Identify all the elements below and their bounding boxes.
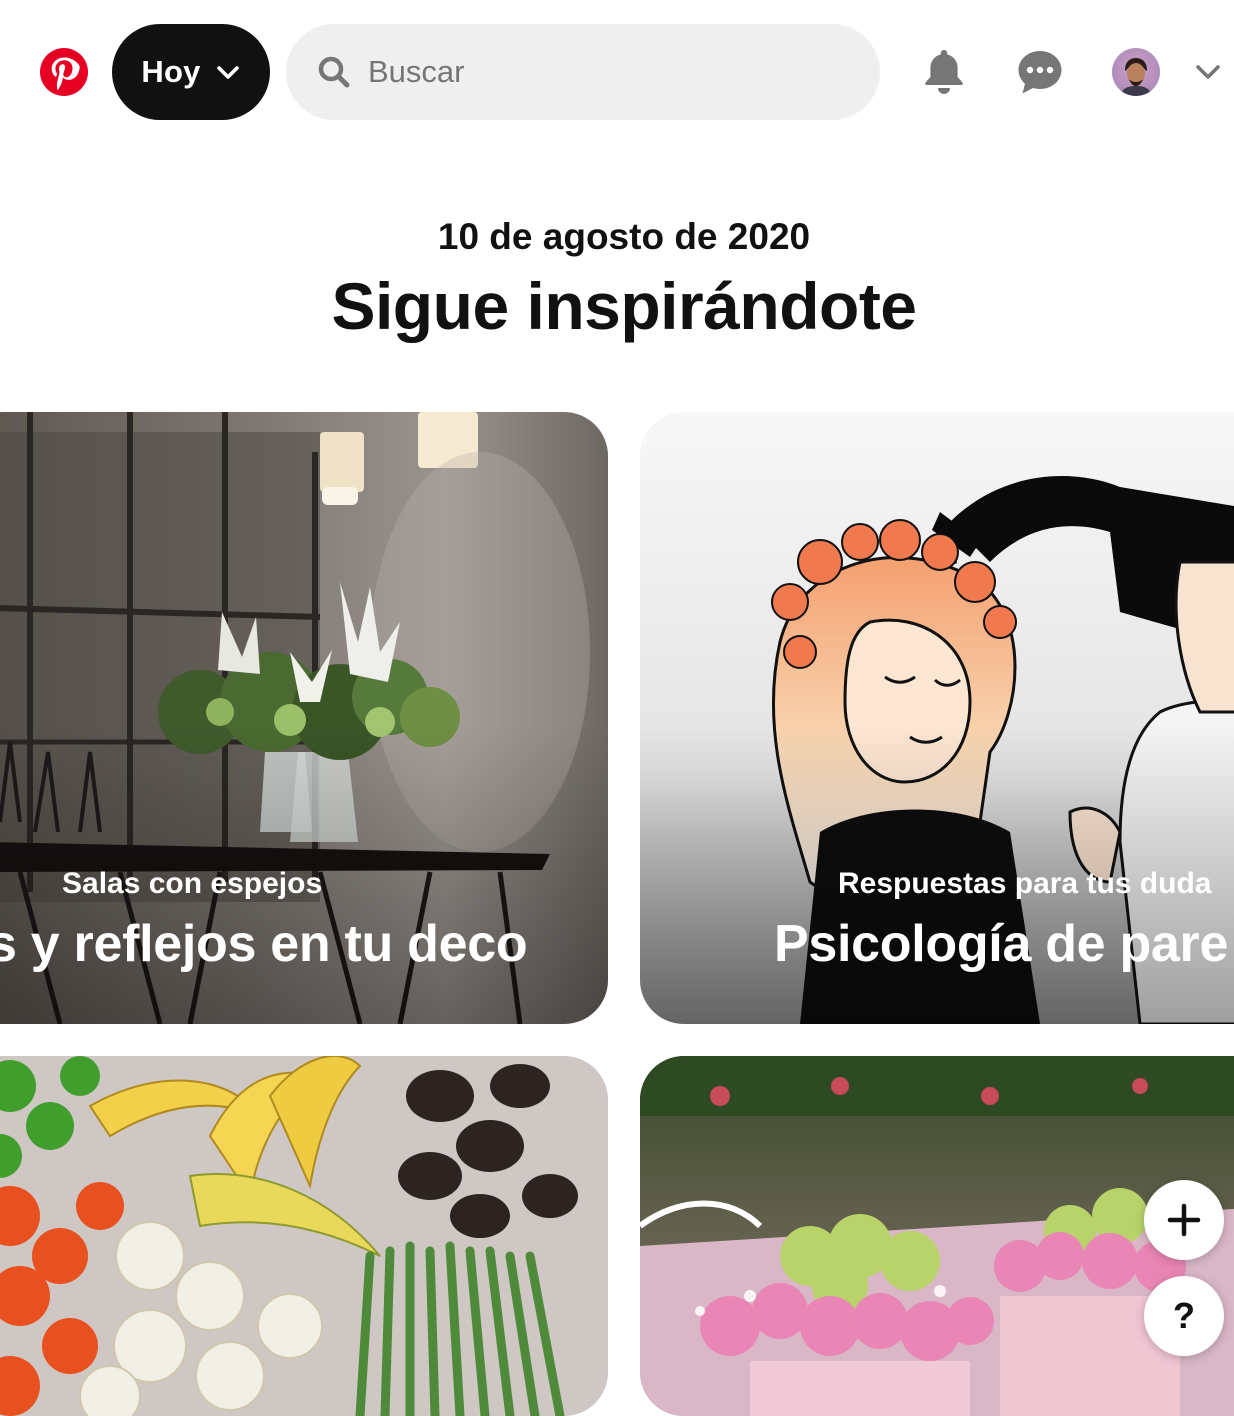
messages-button[interactable] xyxy=(1012,44,1068,100)
account-menu-chevron-down-icon[interactable] xyxy=(1192,56,1224,88)
create-button[interactable] xyxy=(1144,1180,1224,1260)
story-card-produce[interactable] xyxy=(0,1056,608,1416)
story-card-mirrors[interactable]: Salas con espejos s y reflejos en tu dec… xyxy=(0,412,608,1024)
card-title: s y reflejos en tu deco xyxy=(0,915,528,973)
search-input[interactable] xyxy=(366,42,846,102)
page-title: Sigue inspirándote xyxy=(331,269,917,343)
avatar[interactable] xyxy=(1112,48,1160,96)
chevron-down-icon xyxy=(216,66,239,79)
search-bar[interactable] xyxy=(286,24,880,120)
card-subtitle: Respuestas para tus duda xyxy=(838,867,1212,900)
plus-icon xyxy=(1167,1203,1201,1237)
card-title: Psicología de pare xyxy=(774,915,1229,973)
help-label: ? xyxy=(1173,1295,1195,1336)
pinterest-logo-icon[interactable] xyxy=(40,48,88,96)
chat-bubble-icon xyxy=(1018,51,1062,94)
today-menu-button[interactable]: Hoy xyxy=(112,24,270,120)
help-button[interactable]: ? xyxy=(1144,1276,1224,1356)
notifications-button[interactable] xyxy=(916,44,972,100)
card-subtitle: Salas con espejos xyxy=(62,867,323,900)
card-image xyxy=(640,1056,1234,1416)
search-icon xyxy=(318,56,350,88)
story-card-flowers[interactable] xyxy=(640,1056,1234,1416)
page-date: 10 de agosto de 2020 xyxy=(437,216,811,257)
card-image xyxy=(0,1056,608,1416)
top-navigation-bar: Hoy xyxy=(0,0,1234,144)
today-menu-label: Hoy xyxy=(141,54,201,89)
story-card-psychology[interactable]: Respuestas para tus duda Psicología de p… xyxy=(640,412,1234,1024)
bell-icon xyxy=(925,50,963,94)
